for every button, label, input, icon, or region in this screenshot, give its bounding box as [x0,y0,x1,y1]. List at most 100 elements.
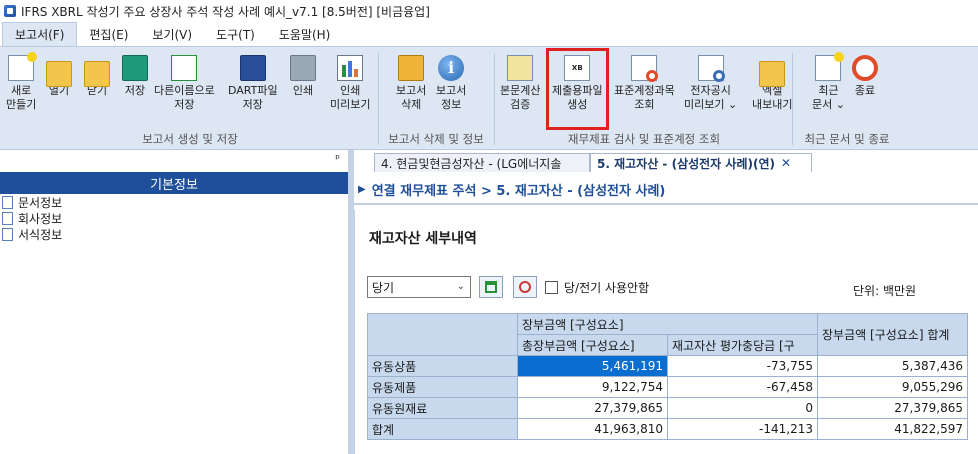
table-row: 유동제품 9,122,754 -67,458 9,055,296 [367,376,968,398]
group-label-create-save: 보고서 생성 및 저장 [142,132,238,146]
table-cell[interactable]: 0 [667,397,818,419]
period-unused-label: 당/전기 사용안함 [564,281,650,295]
open-button[interactable]: 열기 [46,55,72,98]
save-as-button-label: 다른이름으로 저장 [154,84,215,111]
search-account-icon [631,55,659,82]
table-cell[interactable]: 41,963,810 [517,418,668,440]
tree-item-form-info[interactable]: 서식정보 [0,226,348,242]
print-preview-icon [337,55,364,81]
tree-item-company-info[interactable]: 회사정보 [0,210,348,226]
window-title: IFRS XBRL 작성기 주요 상장사 주석 작성 사례 예시_v7.1 [8… [21,4,430,19]
table-cell[interactable]: 5,461,191 [517,355,668,377]
recent-docs-button[interactable]: 최근 문서 ⌄ [812,52,845,112]
search-icon [519,281,531,293]
table-cell[interactable]: 9,055,296 [817,376,968,398]
close-button[interactable]: 닫기 [84,55,110,98]
trash-icon [398,55,425,81]
excel-export-button[interactable]: 엑셀 내보내기 [752,55,792,112]
left-panel-toolbar: ᵖ [0,150,348,170]
tab-cash-equivalents[interactable]: 4. 현금및현금성자산 - (LG에너지솔 [374,153,590,172]
tree-item-label: 서식정보 [18,227,63,242]
table-cell[interactable]: -141,213 [667,418,818,440]
table-cell[interactable]: 9,122,754 [517,376,668,398]
tree-item-document-info[interactable]: 문서정보 [0,194,348,210]
breadcrumb-arrow-icon: ▶ [358,183,366,195]
layout-button[interactable] [479,276,503,298]
std-account-button[interactable]: 표준계정과목 조회 [614,55,675,112]
header-group-cell: 장부금액 [구성요소] [517,313,818,335]
print-preview-button[interactable]: 인쇄 미리보기 [330,55,370,112]
period-select[interactable]: 당기 ⌄ [367,276,471,298]
verify-button-label: 본문계산 검증 [500,84,541,111]
stop-icon [852,55,878,81]
report-delete-button[interactable]: 보고서 삭제 [396,55,426,112]
table-cell[interactable]: -73,755 [667,355,818,377]
main-content: 재고자산 세부내역 당기 ⌄ 당/전기 사용안함 단위: 백만원 장부금액 [구… [354,210,978,454]
e-disclosure-button[interactable]: 전자공시 미리보기 ⌄ [684,55,737,112]
preview-icon [697,55,725,82]
close-folder-icon [84,61,110,87]
menu-help[interactable]: 도움말(H) [267,22,343,46]
verify-button[interactable]: 본문계산 검증 [500,55,540,112]
tab-label: 4. 현금및현금성자산 - (LG에너지솔 [381,156,562,171]
document-icon [2,195,13,209]
exit-button[interactable]: 종료 [852,55,878,98]
ribbon-separator [378,53,379,145]
header-allowance-cell: 재고자산 평가충당금 [구 [667,334,818,356]
save-button[interactable]: 저장 [122,55,148,98]
dart-save-button[interactable]: DART파일 저장 [228,55,278,112]
row-label: 유동상품 [367,355,518,377]
row-label: 합계 [367,418,518,440]
printer-icon [290,55,316,81]
ribbon: 새로 만들기 열기 닫기 저장 다른이름으로 저장 DART파일 저장 인쇄 인… [0,46,978,150]
layout-icon [485,281,497,293]
left-panel-header: 기본정보 [0,172,348,194]
group-label-delete-info: 보고서 삭제 및 정보 [388,132,484,146]
table-cell[interactable]: 27,379,865 [817,397,968,419]
corner-header-cell [367,313,518,356]
calculator-icon [507,55,534,81]
close-icon[interactable]: ✕ [781,156,791,170]
table-row: 유동상품 5,461,191 -73,755 5,387,436 [367,355,968,377]
title-bar: IFRS XBRL 작성기 주요 상장사 주석 작성 사례 예시_v7.1 [8… [0,0,978,22]
recent-docs-button-label: 최근 문서 ⌄ [812,84,845,111]
unit-label: 단위: 백만원 [853,284,917,298]
header-gross-cell: 총장부금액 [구성요소] [517,334,668,356]
menu-report[interactable]: 보고서(F) [2,22,78,46]
period-select-value: 당기 [372,280,395,295]
menu-tools[interactable]: 도구(T) [204,22,267,46]
breadcrumb: ▶ 연결 재무제표 주석 > 5. 재고자산 - (삼성전자 사례) [354,175,978,205]
export-folder-icon [759,61,786,87]
tab-inventory[interactable]: 5. 재고자산 - (삼성전자 사례)(연) ✕ [590,153,812,172]
highlight-box [546,48,609,130]
report-info-button[interactable]: i 보고서 정보 [436,55,466,112]
breadcrumb-text: 연결 재무제표 주석 > 5. 재고자산 - (삼성전자 사례) [371,183,666,199]
print-button[interactable]: 인쇄 [290,55,316,98]
menu-view[interactable]: 보기(V) [140,22,204,46]
menu-edit[interactable]: 편집(E) [77,22,140,46]
table-cell[interactable]: 27,379,865 [517,397,668,419]
document-tabs: 4. 현금및현금성자산 - (LG에너지솔 5. 재고자산 - (삼성전자 사례… [354,150,978,172]
menu-bar: 보고서(F) 편집(E) 보기(V) 도구(T) 도움말(H) [0,22,978,46]
period-unused-checkbox[interactable] [545,281,558,294]
new-button[interactable]: 새로 만들기 [6,52,38,112]
table-cell[interactable]: 5,387,436 [817,355,968,377]
e-disclosure-button-label: 전자공시 미리보기 ⌄ [684,84,738,111]
tree-item-label: 회사정보 [18,211,63,226]
document-icon [2,227,13,241]
info-icon: i [438,55,465,81]
table-cell[interactable]: 41,822,597 [817,418,968,440]
recent-docs-icon [815,52,845,81]
section-title: 재고자산 세부내역 [369,231,477,247]
save-as-button[interactable]: 다른이름으로 저장 [154,55,215,112]
excel-export-button-label: 엑셀 내보내기 [752,84,793,111]
save-button-label: 저장 [124,84,146,97]
group-label-recent-exit: 최근 문서 및 종료 [804,132,890,146]
dart-save-icon [239,55,266,81]
search-button[interactable] [513,276,537,298]
row-label: 유동원재료 [367,397,518,419]
table-cell[interactable]: -67,458 [667,376,818,398]
exit-button-label: 종료 [854,84,876,97]
table-row: 합계 41,963,810 -141,213 41,822,597 [367,418,968,440]
pin-icon[interactable]: ᵖ [335,152,340,165]
